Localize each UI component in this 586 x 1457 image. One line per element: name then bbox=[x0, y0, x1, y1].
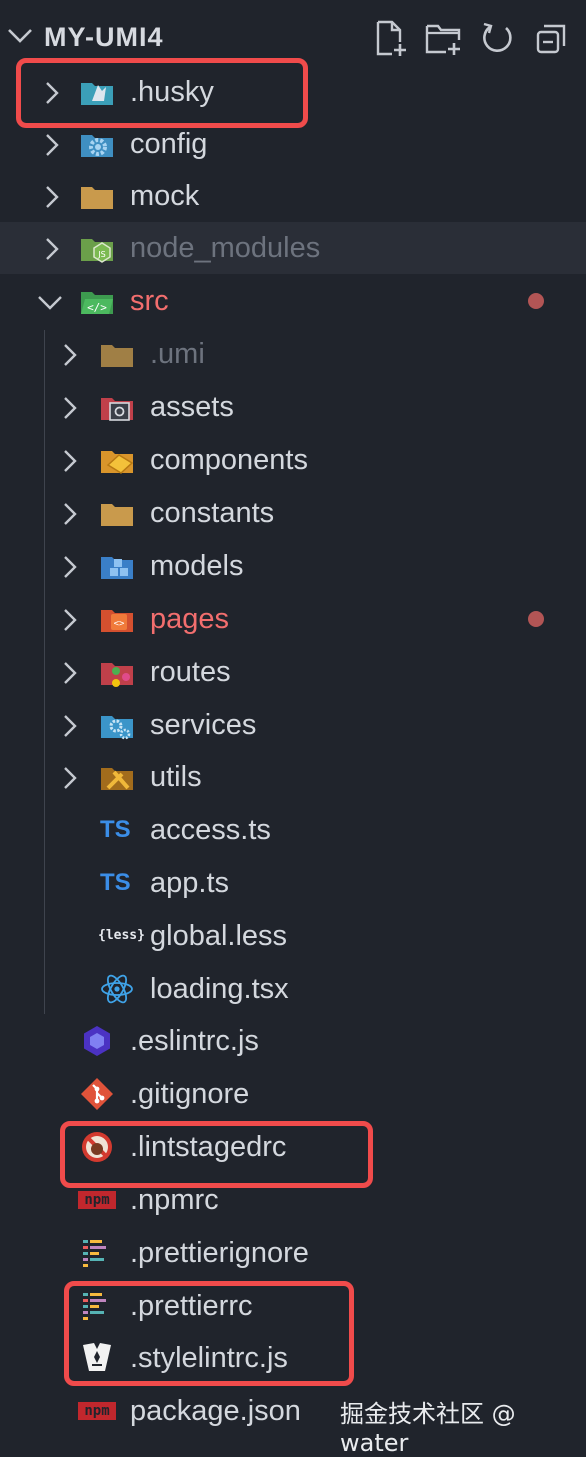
tree-item-loading-tsx[interactable]: loading.tsx bbox=[0, 963, 586, 1015]
tree-item-components[interactable]: components bbox=[0, 434, 586, 486]
tree-item-global-less[interactable]: {less} global.less bbox=[0, 910, 586, 962]
chevron-right-icon bbox=[64, 662, 77, 684]
tree-item-utils[interactable]: utils bbox=[0, 751, 586, 803]
chevron-right-icon bbox=[64, 715, 77, 737]
tree-item-constants[interactable]: constants bbox=[0, 487, 586, 539]
tree-item-services[interactable]: services bbox=[0, 699, 586, 751]
chevron-right-icon bbox=[64, 397, 77, 419]
chevron-right-icon bbox=[64, 609, 77, 631]
tree-item-label: node_modules bbox=[130, 232, 321, 264]
folder-icon bbox=[101, 345, 133, 367]
react-icon bbox=[101, 974, 133, 1004]
svg-text:JS: JS bbox=[97, 250, 105, 259]
svg-text:<>: <> bbox=[114, 619, 125, 629]
routes-folder-icon bbox=[101, 663, 133, 687]
chevron-right-icon bbox=[46, 238, 59, 260]
tree-item-assets[interactable]: assets bbox=[0, 381, 586, 433]
explorer-title[interactable]: MY-UMI4 bbox=[44, 22, 164, 53]
tree-item-label: .gitignore bbox=[130, 1078, 250, 1110]
typescript-icon: TS bbox=[100, 869, 131, 896]
tree-item-umi[interactable]: .umi bbox=[0, 328, 586, 380]
modified-indicator bbox=[528, 611, 544, 627]
folder-icon bbox=[81, 187, 113, 209]
tree-item-eslintrc[interactable]: .eslintrc.js bbox=[0, 1015, 586, 1067]
tree-item-label: components bbox=[150, 444, 308, 476]
tree-item-models[interactable]: models bbox=[0, 540, 586, 592]
collapse-all-icon[interactable] bbox=[532, 18, 572, 58]
tree-item-label: access.ts bbox=[150, 814, 271, 846]
assets-folder-icon bbox=[101, 398, 133, 421]
highlight-box bbox=[60, 1121, 373, 1188]
refresh-icon[interactable] bbox=[478, 18, 518, 58]
tree-item-src[interactable]: </> src bbox=[0, 275, 586, 327]
chevron-right-icon bbox=[64, 767, 77, 789]
tree-item-label: src bbox=[130, 285, 169, 317]
new-folder-icon[interactable] bbox=[424, 18, 464, 58]
tree-item-label: global.less bbox=[150, 920, 288, 952]
tree-item-app-ts[interactable]: TS app.ts bbox=[0, 857, 586, 909]
config-folder-icon bbox=[81, 135, 113, 157]
models-folder-icon bbox=[101, 557, 133, 579]
tree-item-label: .eslintrc.js bbox=[130, 1025, 259, 1057]
services-folder-icon bbox=[101, 716, 133, 740]
chevron-right-icon bbox=[64, 344, 77, 366]
new-file-icon[interactable] bbox=[370, 18, 410, 58]
node-folder-icon: JS bbox=[81, 239, 113, 263]
tree-item-label: constants bbox=[150, 497, 275, 529]
tree-item-label: assets bbox=[150, 391, 234, 423]
tree-item-label: loading.tsx bbox=[150, 973, 289, 1005]
chevron-right-icon bbox=[64, 503, 77, 525]
tree-item-access-ts[interactable]: TS access.ts bbox=[0, 804, 586, 856]
tree-item-prettierignore[interactable]: .prettierignore bbox=[0, 1227, 586, 1279]
eslint-icon bbox=[84, 1026, 110, 1056]
watermark: 掘金技术社区 @ water bbox=[340, 1400, 516, 1457]
src-folder-open-icon: </> bbox=[81, 292, 113, 314]
explorer-actions bbox=[370, 18, 572, 58]
npm-icon: npm bbox=[78, 1191, 116, 1209]
chevron-right-icon bbox=[64, 556, 77, 578]
folder-icon bbox=[101, 504, 133, 526]
tree-item-gitignore[interactable]: .gitignore bbox=[0, 1068, 586, 1120]
tree-item-label: pages bbox=[150, 603, 230, 635]
less-icon: {less} bbox=[98, 928, 145, 943]
tree-item-node-modules[interactable]: JS node_modules bbox=[0, 222, 586, 274]
modified-indicator bbox=[528, 293, 544, 309]
utils-folder-icon bbox=[101, 768, 133, 790]
tree-item-mock[interactable]: mock bbox=[0, 170, 586, 222]
components-folder-icon bbox=[101, 451, 134, 474]
chevron-right-icon bbox=[64, 450, 77, 472]
tree-item-routes[interactable]: routes bbox=[0, 646, 586, 698]
tree-item-label: .umi bbox=[150, 338, 205, 370]
tree-item-label: utils bbox=[150, 761, 202, 793]
tree-item-label: services bbox=[150, 709, 257, 741]
chevron-down-icon bbox=[38, 296, 62, 310]
tree-item-pages[interactable]: <> pages bbox=[0, 593, 586, 645]
highlight-box bbox=[64, 1281, 354, 1386]
pages-folder-icon: <> bbox=[101, 610, 133, 632]
chevron-right-icon bbox=[46, 186, 59, 208]
typescript-icon: TS bbox=[100, 816, 131, 843]
tree-item-label: app.ts bbox=[150, 867, 229, 899]
tree-item-label: config bbox=[130, 128, 208, 160]
tree-item-label: package.json bbox=[130, 1395, 301, 1427]
tree-item-label: mock bbox=[130, 180, 200, 212]
git-icon bbox=[81, 1078, 113, 1110]
tree-item-label: models bbox=[150, 550, 244, 582]
tree-item-label: .prettierignore bbox=[130, 1237, 309, 1269]
prettier-icon bbox=[83, 1240, 106, 1267]
highlight-box bbox=[16, 58, 308, 128]
npm-icon: npm bbox=[78, 1402, 116, 1420]
tree-item-label: .npmrc bbox=[130, 1184, 219, 1216]
tree-item-label: routes bbox=[150, 656, 231, 688]
chevron-down-icon[interactable] bbox=[6, 26, 34, 51]
chevron-right-icon bbox=[46, 134, 59, 156]
svg-text:</>: </> bbox=[87, 301, 107, 314]
